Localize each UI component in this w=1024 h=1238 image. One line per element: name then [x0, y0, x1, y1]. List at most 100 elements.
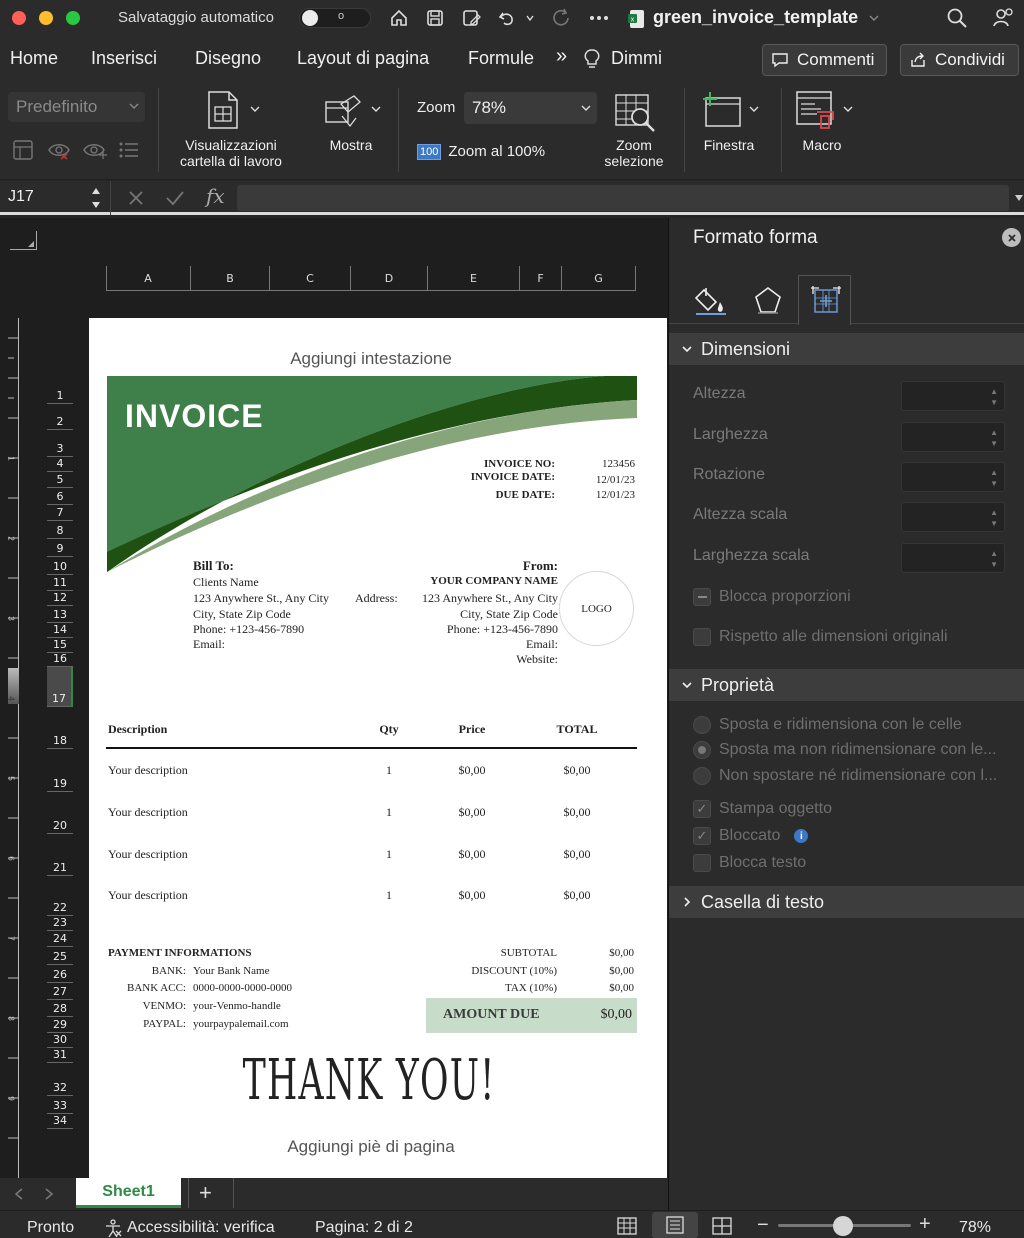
info-icon[interactable]: i — [794, 829, 809, 843]
minimize-window-button[interactable] — [39, 11, 53, 25]
tab-insert[interactable]: Inserisci — [91, 48, 157, 69]
column-header-e[interactable]: E — [428, 266, 520, 291]
add-sheet-button[interactable]: + — [199, 1180, 212, 1206]
list-view-icon[interactable] — [118, 140, 140, 160]
home-icon[interactable] — [387, 6, 411, 30]
table-row[interactable]: Your description 1 $0,00 $0,00 — [108, 847, 638, 867]
tab-formulas[interactable]: Formule — [468, 48, 534, 69]
comments-button[interactable]: Commenti — [762, 44, 887, 76]
row-header-17-selected[interactable]: 17 — [47, 667, 73, 707]
page-layout-view-button[interactable] — [652, 1212, 698, 1238]
no-move-no-size-radio[interactable]: Non spostare né ridimensionare con l... — [693, 767, 997, 785]
size-properties-tab[interactable] — [798, 275, 851, 325]
row-header-27[interactable]: 27 — [47, 983, 73, 1000]
window-icon[interactable] — [700, 90, 744, 130]
page-break-view-button[interactable] — [712, 1217, 732, 1235]
zoom-selection-icon[interactable] — [614, 93, 658, 133]
height-field[interactable]: ▲ ▼ — [901, 381, 1005, 411]
row-header-20[interactable]: 20 — [47, 792, 73, 834]
name-box-stepper-icon[interactable] — [90, 184, 102, 212]
row-header-24[interactable]: 24 — [47, 931, 73, 947]
row-header-31[interactable]: 31 — [47, 1048, 73, 1063]
effects-tab-icon[interactable] — [754, 286, 782, 314]
zoom-out-button[interactable]: − — [757, 1214, 769, 1237]
zoom-100-button[interactable]: 100 Zoom al 100% — [417, 143, 545, 160]
column-header-a[interactable]: A — [106, 266, 191, 291]
row-header-7[interactable]: 7 — [47, 505, 73, 521]
name-box[interactable]: J17 — [8, 188, 34, 206]
worksheet-area[interactable]: A B C D E F G 1 2 3 4 5 6 7 8 9 1 2 3 4 … — [0, 218, 668, 1178]
dimensions-section-header[interactable]: Dimensioni — [669, 333, 1024, 365]
rotation-field[interactable]: ▲ ▼ — [901, 462, 1005, 492]
column-header-c[interactable]: C — [270, 266, 351, 291]
show-label[interactable]: Mostra — [318, 137, 384, 153]
save-as-icon[interactable] — [459, 6, 483, 30]
row-header-12[interactable]: 12 — [47, 591, 73, 606]
row-header-4[interactable]: 4 — [47, 457, 73, 472]
autosave-toggle[interactable]: o — [299, 8, 371, 28]
row-header-18[interactable]: 18 — [47, 707, 73, 749]
scale-height-field[interactable]: ▲ ▼ — [901, 502, 1005, 532]
row-header-22[interactable]: 22 — [47, 876, 73, 916]
row-header-8[interactable]: 8 — [47, 521, 73, 539]
table-row[interactable]: Your description 1 $0,00 $0,00 — [108, 763, 638, 783]
window-label[interactable]: Finestra — [694, 137, 764, 153]
sheet-tab-sheet1[interactable]: Sheet1 — [76, 1178, 181, 1208]
row-header-23[interactable]: 23 — [47, 916, 73, 931]
zoom-slider-knob[interactable] — [833, 1216, 854, 1236]
next-sheet-icon[interactable] — [44, 1188, 54, 1200]
row-header-21[interactable]: 21 — [47, 834, 73, 876]
tab-home[interactable]: Home — [10, 48, 58, 69]
close-panel-button[interactable] — [1002, 228, 1021, 247]
style-select[interactable]: Predefinito — [8, 92, 145, 122]
row-header-26[interactable]: 26 — [47, 965, 73, 983]
scale-width-field[interactable]: ▲ ▼ — [901, 543, 1005, 573]
close-window-button[interactable] — [12, 11, 26, 25]
properties-section-header[interactable]: Proprietà — [669, 669, 1024, 701]
normal-view-icon[interactable] — [12, 139, 34, 161]
zoom-select[interactable]: 78% — [464, 92, 597, 124]
redo-icon[interactable] — [549, 6, 573, 30]
undo-icon[interactable] — [495, 6, 519, 30]
more-icon[interactable] — [587, 6, 611, 30]
lock-text-checkbox[interactable]: Blocca testo — [693, 854, 806, 872]
row-header-1[interactable]: 1 — [47, 384, 73, 404]
formula-input[interactable] — [237, 185, 1009, 211]
header-placeholder[interactable]: Aggiungi intestazione — [89, 349, 660, 369]
account-icon[interactable] — [991, 6, 1015, 30]
amount-due-box[interactable]: AMOUNT DUE $0,00 — [426, 998, 637, 1033]
move-no-size-radio[interactable]: Sposta ma non ridimensionare con le... — [693, 741, 996, 759]
tell-me-search[interactable]: Dimmi — [611, 48, 662, 69]
row-header-25[interactable]: 25 — [47, 947, 73, 965]
maximize-window-button[interactable] — [66, 11, 80, 25]
lock-aspect-ratio-checkbox[interactable]: Blocca proporzioni — [693, 588, 851, 606]
textbox-section-header[interactable]: Casella di testo — [669, 886, 1024, 918]
row-header-30[interactable]: 30 — [47, 1033, 73, 1048]
zoom-in-button[interactable]: + — [919, 1213, 931, 1236]
row-header-34[interactable]: 34 — [47, 1114, 73, 1129]
row-header-13[interactable]: 13 — [47, 606, 73, 623]
workbook-views-label[interactable]: Visualizzazioni cartella di lavoro — [166, 137, 296, 169]
row-header-6[interactable]: 6 — [47, 488, 73, 505]
insert-function-icon[interactable]: fx — [206, 184, 225, 208]
prev-sheet-icon[interactable] — [14, 1188, 24, 1200]
row-header-16[interactable]: 16 — [47, 652, 73, 667]
search-icon[interactable] — [945, 6, 969, 30]
row-header-11[interactable]: 11 — [47, 575, 73, 591]
width-field[interactable]: ▲ ▼ — [901, 422, 1005, 452]
confirm-icon[interactable] — [165, 189, 185, 207]
table-row[interactable]: Your description 1 $0,00 $0,00 — [108, 888, 638, 908]
workbook-views-icon[interactable] — [206, 90, 240, 130]
chevron-down-icon[interactable] — [843, 105, 853, 113]
row-header-14[interactable]: 14 — [47, 623, 73, 638]
relative-to-original-checkbox[interactable]: Rispetto alle dimensioni originali — [693, 628, 948, 646]
select-all-corner[interactable] — [10, 231, 37, 250]
footer-placeholder[interactable]: Aggiungi piè di pagina — [89, 1137, 660, 1157]
column-header-d[interactable]: D — [351, 266, 428, 291]
row-header-2[interactable]: 2 — [47, 404, 73, 430]
column-header-b[interactable]: B — [191, 266, 270, 291]
fill-line-tab-icon[interactable] — [694, 286, 728, 316]
row-header-10[interactable]: 10 — [47, 557, 73, 575]
zoom-selection-label[interactable]: Zoom selezione — [594, 137, 674, 169]
table-row[interactable]: Your description 1 $0,00 $0,00 — [108, 805, 638, 825]
